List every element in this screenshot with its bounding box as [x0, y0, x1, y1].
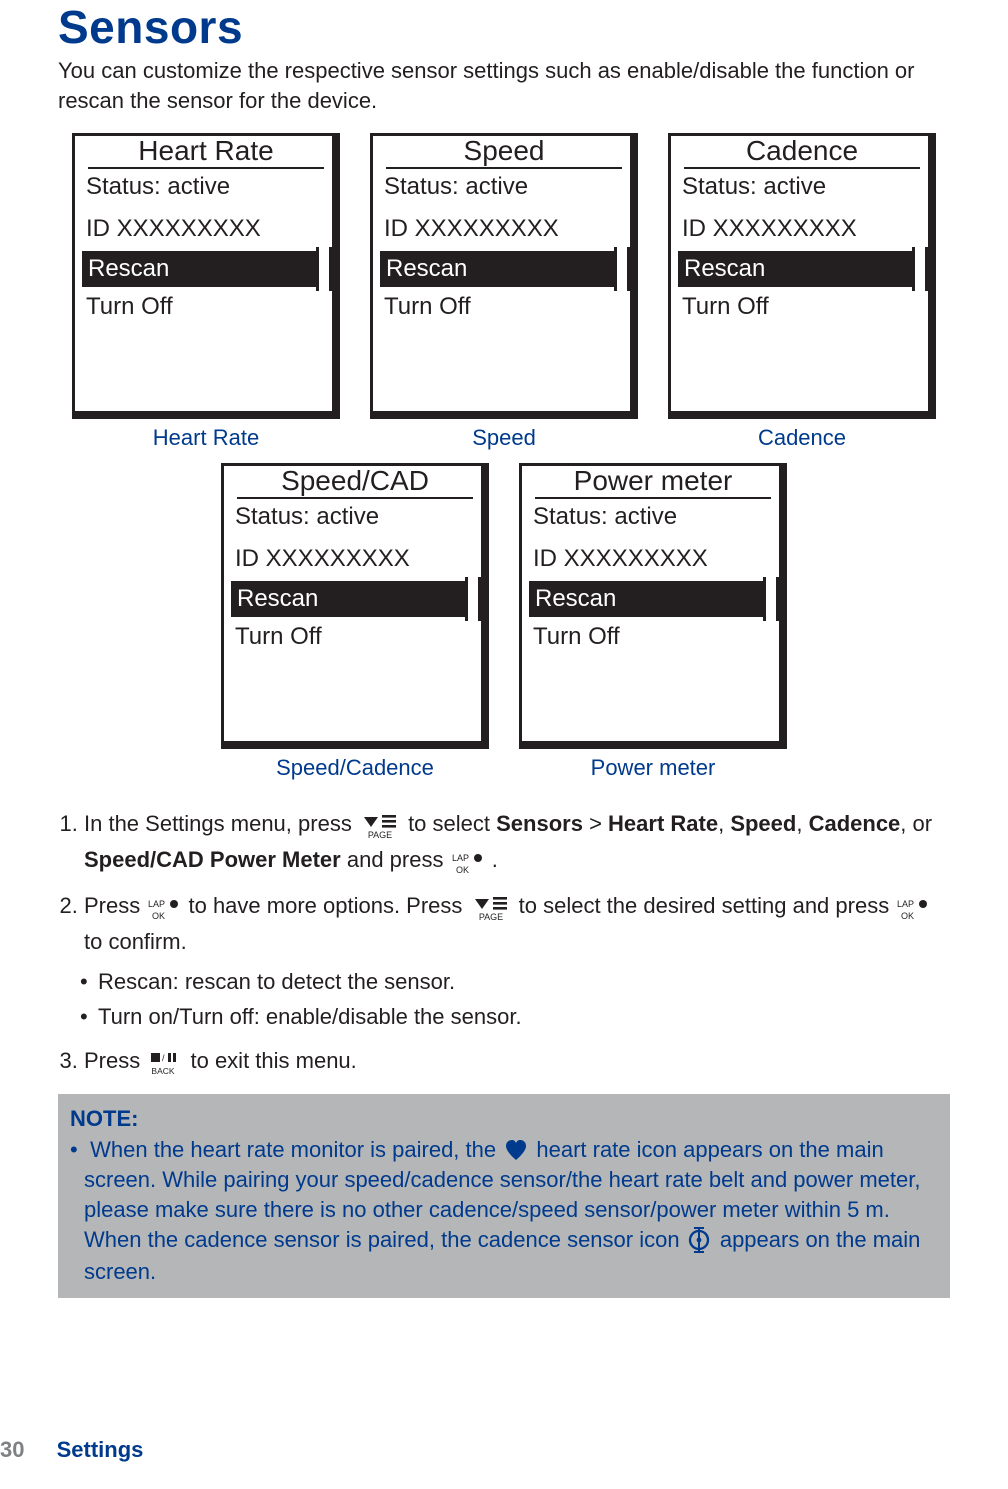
step-3: Press to exit this menu. — [84, 1044, 950, 1080]
screen-cadence: Cadence Status: active ID XXXXXXXXX Resc… — [668, 133, 936, 451]
text: . — [492, 847, 498, 872]
scrollbar-indicator — [465, 577, 481, 621]
section-label: Settings — [57, 1437, 144, 1462]
screen-title: Speed — [386, 135, 622, 169]
id-line: ID XXXXXXXXX — [678, 213, 926, 245]
status-line: Status: active — [231, 501, 479, 533]
back-button-icon — [148, 1052, 182, 1080]
scrollbar-indicator — [316, 247, 332, 291]
text: to select — [408, 811, 496, 836]
rescan-row[interactable]: Rescan — [529, 581, 777, 617]
screen-caption: Power meter — [591, 755, 716, 781]
text: Press — [84, 893, 146, 918]
note-title: NOTE: — [70, 1104, 938, 1134]
id-line: ID XXXXXXXXX — [231, 543, 479, 575]
screen-speed-cad: Speed/CAD Status: active ID XXXXXXXXX Re… — [221, 463, 489, 781]
screen-caption: Speed/Cadence — [276, 755, 434, 781]
text: to confirm. — [84, 929, 187, 954]
step-2-sublist: Rescan: rescan to detect the sensor. Tur… — [84, 965, 950, 1033]
screen-power-meter: Power meter Status: active ID XXXXXXXXX … — [519, 463, 787, 781]
sub-rescan: Rescan: rescan to detect the sensor. — [98, 965, 950, 999]
page-title: Sensors — [58, 0, 950, 54]
lap-ok-button-icon — [148, 899, 180, 925]
text: Press — [84, 1048, 146, 1073]
status-line: Status: active — [678, 171, 926, 203]
device-screen: Power meter Status: active ID XXXXXXXXX … — [519, 463, 787, 749]
screen-heart-rate: Heart Rate Status: active ID XXXXXXXXX R… — [72, 133, 340, 451]
rescan-row[interactable]: Rescan — [82, 251, 330, 287]
lap-ok-button-icon — [452, 853, 484, 879]
screen-caption: Speed — [472, 425, 536, 451]
note-box: NOTE: When the heart rate monitor is pai… — [58, 1094, 950, 1299]
screen-caption: Heart Rate — [153, 425, 259, 451]
turnoff-row[interactable]: Turn Off — [529, 621, 777, 653]
id-line: ID XXXXXXXXX — [380, 213, 628, 245]
sub-turn-on-off: Turn on/Turn off: enable/disable the sen… — [98, 1000, 950, 1034]
bold-sensors: Sensors — [496, 811, 583, 836]
rescan-label: Rescan — [678, 251, 916, 287]
page-number: 30 — [0, 1437, 50, 1462]
id-line: ID XXXXXXXXX — [82, 213, 330, 245]
screen-title: Speed/CAD — [237, 465, 473, 499]
text: to exit this menu. — [190, 1048, 356, 1073]
rescan-row[interactable]: Rescan — [380, 251, 628, 287]
bold-speed: Speed — [730, 811, 796, 836]
scrollbar-indicator — [763, 577, 779, 621]
heart-icon — [504, 1139, 528, 1165]
device-screen: Speed Status: active ID XXXXXXXXX Rescan… — [370, 133, 638, 419]
page-button-icon — [360, 815, 400, 843]
text: > — [589, 811, 608, 836]
cadence-icon — [688, 1229, 712, 1257]
screen-title: Cadence — [684, 135, 920, 169]
status-line: Status: active — [529, 501, 777, 533]
rescan-row[interactable]: Rescan — [678, 251, 926, 287]
status-line: Status: active — [82, 171, 330, 203]
text: , — [796, 811, 808, 836]
text: , — [718, 811, 730, 836]
rescan-label: Rescan — [529, 581, 767, 617]
rescan-label: Rescan — [82, 251, 320, 287]
turnoff-row[interactable]: Turn Off — [678, 291, 926, 323]
page-footer: 30 Settings — [0, 1437, 143, 1463]
page-button-icon — [471, 897, 511, 925]
scrollbar-indicator — [614, 247, 630, 291]
text: to have more options. Press — [188, 893, 468, 918]
note-item: When the heart rate monitor is paired, t… — [84, 1135, 938, 1286]
text: and press — [347, 847, 450, 872]
device-screen: Heart Rate Status: active ID XXXXXXXXX R… — [72, 133, 340, 419]
screen-row-1: Heart Rate Status: active ID XXXXXXXXX R… — [58, 133, 950, 451]
bold-speed-cad-power: Speed/CAD Power Meter — [84, 847, 341, 872]
rescan-label: Rescan — [231, 581, 469, 617]
screen-row-2: Speed/CAD Status: active ID XXXXXXXXX Re… — [58, 463, 950, 781]
device-screen: Cadence Status: active ID XXXXXXXXX Resc… — [668, 133, 936, 419]
turnoff-row[interactable]: Turn Off — [82, 291, 330, 323]
screen-title: Heart Rate — [88, 135, 324, 169]
device-screen: Speed/CAD Status: active ID XXXXXXXXX Re… — [221, 463, 489, 749]
text: When the heart rate monitor is paired, t… — [90, 1137, 502, 1162]
screen-caption: Cadence — [758, 425, 846, 451]
steps-list: In the Settings menu, press to select Se… — [58, 807, 950, 1079]
text: to select the desired setting and press — [519, 893, 896, 918]
step-2: Press to have more options. Press to sel… — [84, 889, 950, 1033]
text: , or — [900, 811, 932, 836]
text: In the Settings menu, press — [84, 811, 358, 836]
turnoff-row[interactable]: Turn Off — [231, 621, 479, 653]
step-1: In the Settings menu, press to select Se… — [84, 807, 950, 879]
bold-cadence: Cadence — [809, 811, 901, 836]
scrollbar-indicator — [912, 247, 928, 291]
rescan-label: Rescan — [380, 251, 618, 287]
turnoff-row[interactable]: Turn Off — [380, 291, 628, 323]
screen-speed: Speed Status: active ID XXXXXXXXX Rescan… — [370, 133, 638, 451]
rescan-row[interactable]: Rescan — [231, 581, 479, 617]
status-line: Status: active — [380, 171, 628, 203]
id-line: ID XXXXXXXXX — [529, 543, 777, 575]
screen-title: Power meter — [535, 465, 771, 499]
lap-ok-button-icon — [897, 899, 929, 925]
bold-heart-rate: Heart Rate — [608, 811, 718, 836]
intro-text: You can customize the respective sensor … — [58, 56, 950, 115]
